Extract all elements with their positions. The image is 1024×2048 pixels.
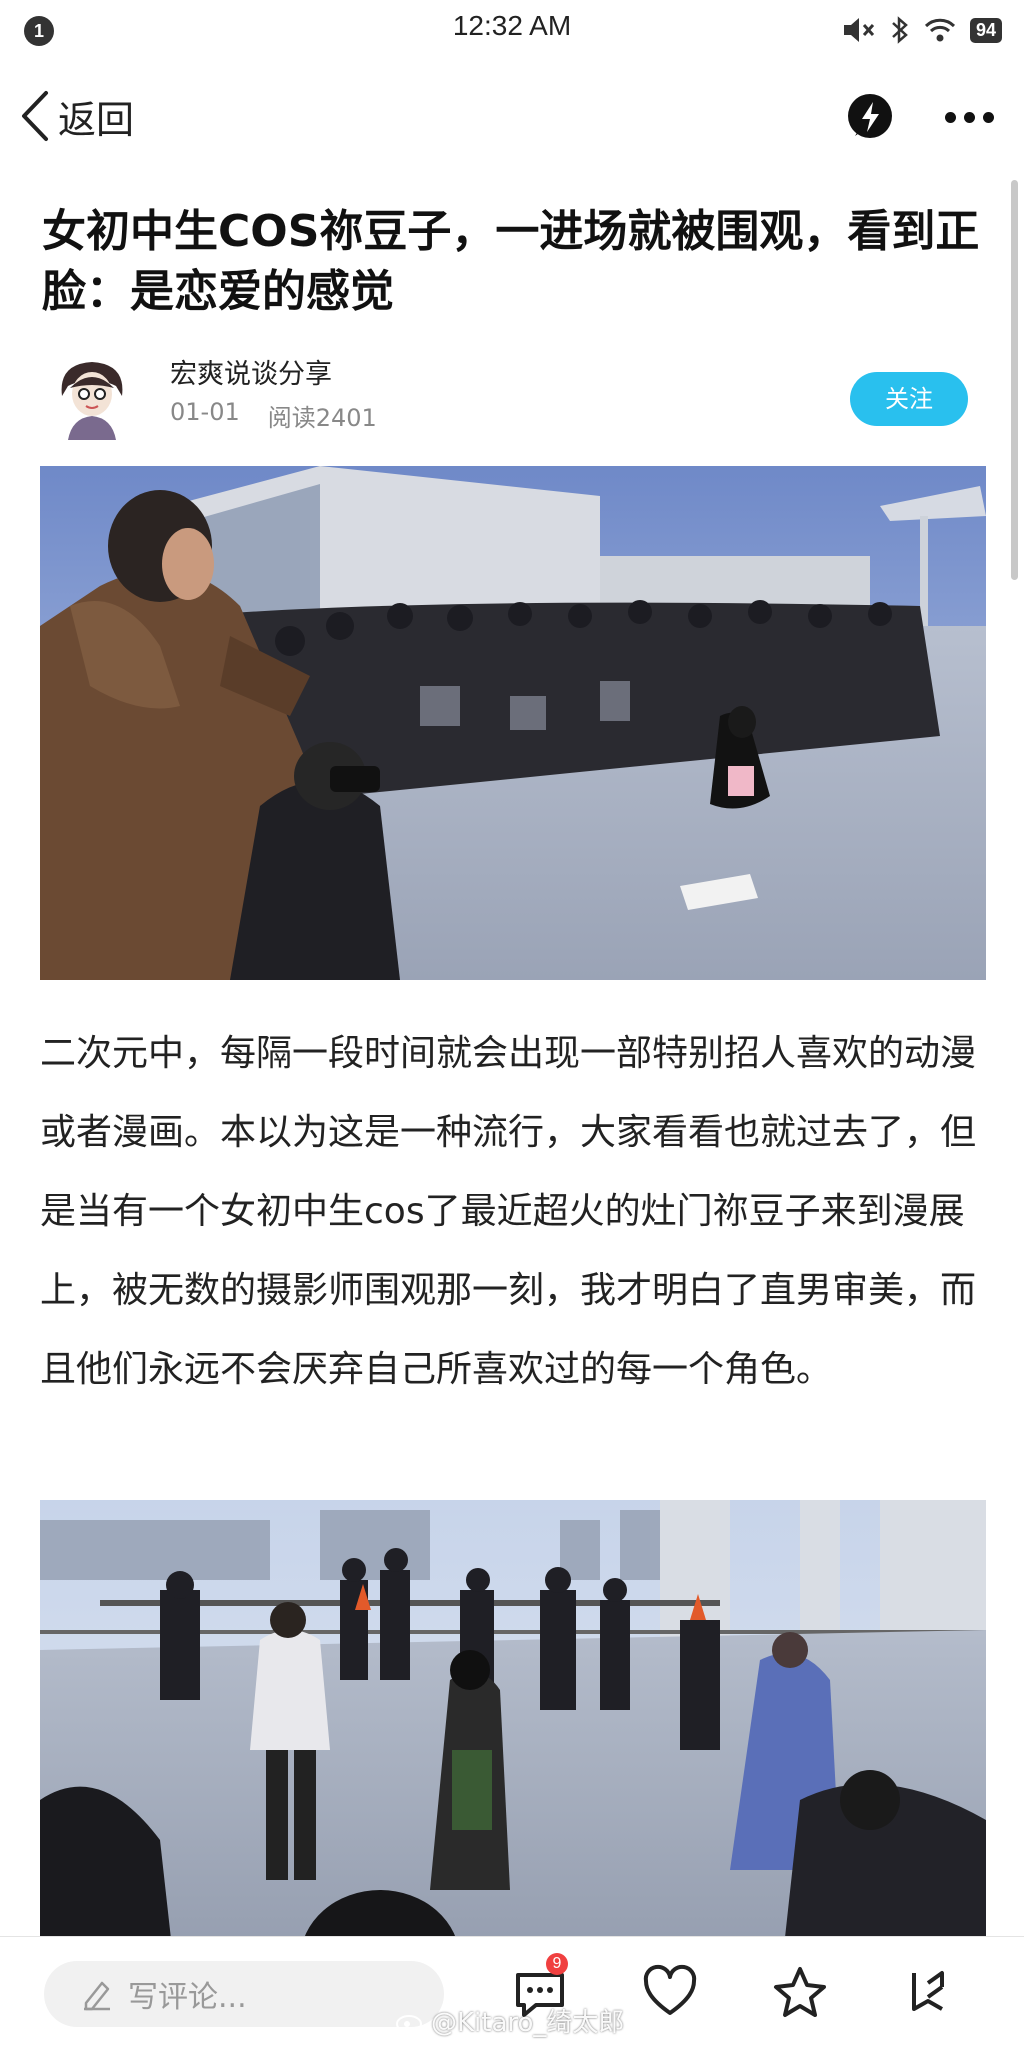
back-label: 返回 (58, 97, 135, 142)
author-row: 宏爽说谈分享 01-01 阅读2401 关注 (42, 348, 982, 444)
article-title: 女初中生COS祢豆子，一进场就被围观，看到正脸：是恋爱的感觉 (42, 206, 980, 317)
bluetooth-icon (892, 16, 908, 44)
watermark-text: @Kitaro_绮太郎 (431, 2008, 625, 2038)
page: 1 12:32 AM 94 返回 女初中生COS祢豆子，一进场就被围观，看到正脸… (0, 0, 1024, 2048)
heart-icon[interactable] (640, 1963, 700, 2023)
pencil-icon (84, 1981, 110, 2011)
comment-count-badge: 9 (546, 1953, 568, 1975)
flash-icon[interactable] (845, 92, 895, 142)
status-bar: 1 12:32 AM 94 (0, 0, 1024, 58)
status-icons: 94 (842, 12, 1002, 48)
share-icon[interactable] (900, 1963, 960, 2023)
wifi-icon (924, 18, 956, 42)
back-button[interactable]: 返回 (18, 86, 134, 146)
star-icon[interactable] (770, 1963, 830, 2023)
mute-icon (843, 18, 875, 42)
article-body: 二次元中，每隔一段时间就会出现一部特别招人喜欢的动漫或者漫画。本以为这是一种流行… (40, 1033, 977, 1390)
scrollbar[interactable] (1011, 180, 1018, 580)
top-nav: 返回 (0, 78, 1024, 154)
article-meta: 01-01 阅读2401 (170, 398, 377, 433)
watermark: @Kitaro_绮太郎 (395, 2002, 624, 2039)
comment-placeholder: 写评论... (128, 1980, 247, 2015)
nav-actions (845, 92, 994, 142)
chevron-left-icon (22, 91, 48, 141)
weibo-icon (396, 2014, 422, 2033)
battery-indicator: 94 (969, 17, 1002, 43)
avatar[interactable] (52, 356, 132, 440)
follow-button[interactable]: 关注 (850, 372, 968, 426)
author-name[interactable]: 宏爽说谈分享 (170, 352, 332, 391)
comment-input[interactable]: 写评论... (44, 1961, 444, 2027)
article-photo-1[interactable] (40, 466, 986, 980)
publish-date: 01-01 (170, 398, 240, 426)
more-icon[interactable] (945, 92, 994, 142)
read-count: 阅读2401 (267, 404, 377, 432)
